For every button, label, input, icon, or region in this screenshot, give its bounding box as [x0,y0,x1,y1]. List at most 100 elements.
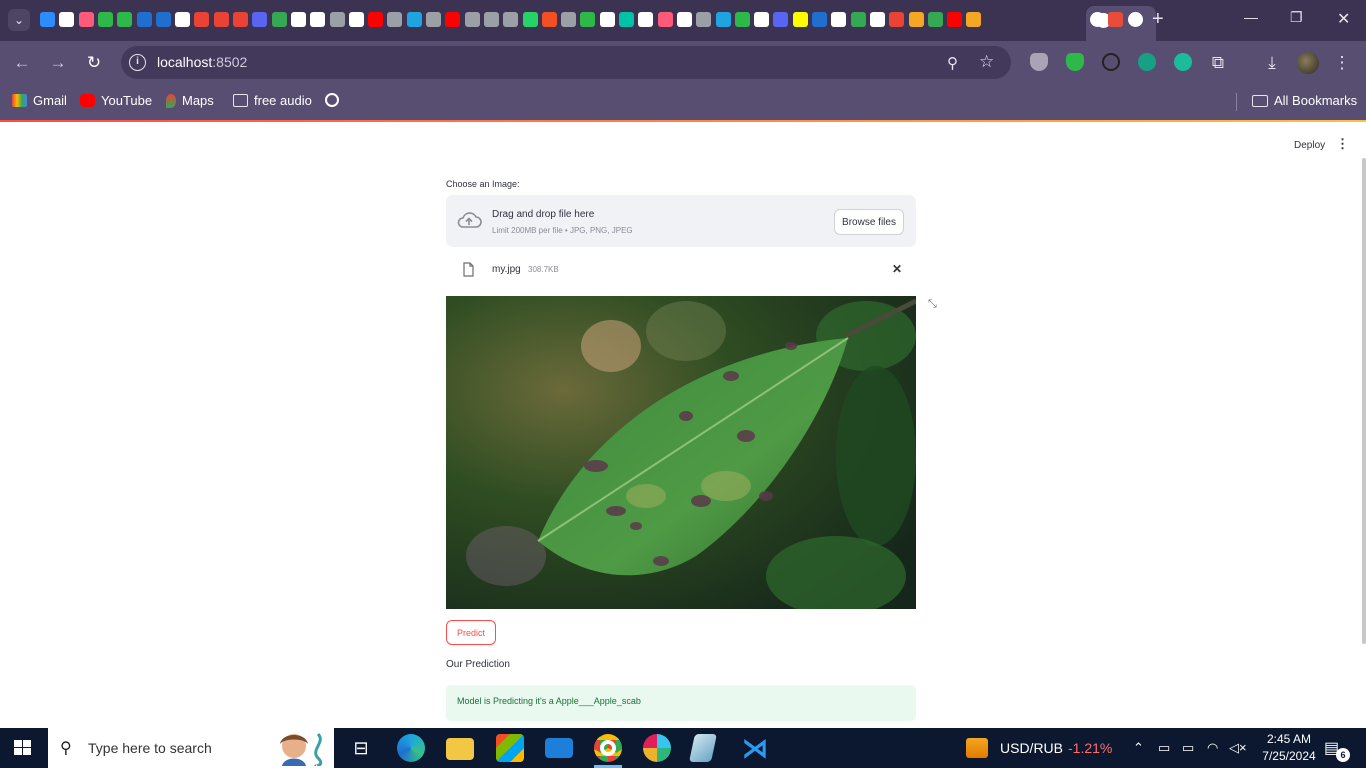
pinned-tab-favicon-icon[interactable] [754,12,770,27]
pinned-tab-favicon-icon[interactable] [734,12,750,27]
pinned-tab-favicon-icon[interactable] [831,12,847,27]
pinned-tab-favicon-icon[interactable] [966,12,982,27]
pinned-tab-favicon-icon[interactable] [947,12,963,27]
pinned-tab-favicon-icon[interactable] [213,12,229,27]
pinned-tab-favicon-icon[interactable] [445,12,461,27]
pinned-tab-favicon-icon[interactable] [426,12,441,27]
slack-icon[interactable] [643,734,671,762]
meet-icon[interactable]: ▭ [1158,740,1170,756]
windows-start-icon[interactable] [14,740,32,756]
pinned-tab-favicon-icon[interactable] [387,12,403,27]
bookmark-maps[interactable]: Maps [166,93,214,108]
mail-icon[interactable] [545,738,573,758]
pinned-tab-favicon-icon[interactable] [792,12,808,27]
predict-button[interactable]: Predict [446,620,496,645]
pinned-tab-favicon-icon[interactable] [78,12,94,27]
pinned-tab-favicon-icon[interactable] [233,12,248,27]
pinned-tab-favicon-icon[interactable] [252,12,268,27]
bookmark-gmail[interactable]: Gmail [12,93,67,108]
tab-search-chevron-icon[interactable]: ⌄ [8,9,30,31]
bookmark-free-audio[interactable]: free audio [233,93,312,108]
pinned-tab-favicon-icon[interactable] [927,12,943,27]
extension-sync-icon[interactable] [1102,53,1120,71]
task-view-icon[interactable]: ⊟ [347,734,375,762]
clock-time[interactable]: 2:45 AM [1258,732,1320,746]
all-bookmarks-folder[interactable]: All Bookmarks [1252,93,1357,108]
pinned-tab-favicon-icon[interactable] [657,12,673,27]
zoom-icon[interactable]: ⚲ [947,54,958,72]
tab-favicon-icon[interactable] [1108,12,1123,27]
ticker-name[interactable]: USD/RUB [1000,740,1063,756]
forward-icon[interactable]: → [46,51,70,75]
pinned-tab-favicon-icon[interactable] [812,12,827,27]
pinned-tab-favicon-icon[interactable] [194,12,210,27]
pinned-tab-favicon-icon[interactable] [869,12,885,27]
pinned-tab-favicon-icon[interactable] [406,12,422,27]
pinned-tab-favicon-icon[interactable] [271,12,287,27]
pinned-tab-favicon-icon[interactable] [155,12,171,27]
pinned-tab-favicon-icon[interactable] [619,12,634,27]
downloads-icon[interactable]: ⤓ [1260,51,1284,75]
pinned-tab-favicon-icon[interactable] [97,12,113,27]
tray-overflow-icon[interactable]: ⌃ [1133,740,1144,756]
microsoft-store-icon[interactable] [496,734,524,762]
pinned-tab-favicon-icon[interactable] [561,12,577,27]
address-bar[interactable]: i localhost:8502 ⚲ ☆ [121,46,1011,79]
pinned-tab-favicon-icon[interactable] [310,12,326,27]
pinned-tab-favicon-icon[interactable] [696,12,712,27]
site-info-icon[interactable]: i [129,54,146,71]
pinned-tab-favicon-icon[interactable] [40,12,55,27]
window-close-icon[interactable]: ✕ [1337,9,1350,29]
file-dropzone[interactable]: Drag and drop file here Limit 200MB per … [446,195,916,247]
pinned-tab-favicon-icon[interactable] [580,12,596,27]
pinned-tab-favicon-icon[interactable] [59,12,75,27]
new-tab-button[interactable]: + [1152,8,1164,31]
pinned-tab-favicon-icon[interactable] [638,12,654,27]
pinned-tab-favicon-icon[interactable] [541,12,557,27]
notepad-icon[interactable] [689,734,717,762]
pinned-tab-favicon-icon[interactable] [368,12,384,27]
url-text[interactable]: localhost:8502 [157,54,247,70]
clock-date[interactable]: 7/25/2024 [1254,749,1324,763]
pinned-tab-favicon-icon[interactable] [715,12,731,27]
browser-menu-icon[interactable]: ⋮ [1330,51,1354,75]
fullscreen-icon[interactable]: ⤡ [928,298,937,311]
pinned-tab-favicon-icon[interactable] [117,12,133,27]
pinned-tab-favicon-icon[interactable] [522,12,538,27]
reload-icon[interactable]: ↻ [82,51,106,75]
extension-grammar-icon[interactable] [1138,53,1156,71]
pinned-tab-favicon-icon[interactable] [348,12,364,27]
pinned-tab-favicon-icon[interactable] [503,12,519,27]
bookmark-globe[interactable] [325,93,339,107]
restore-icon[interactable]: ❐ [1290,9,1303,26]
pinned-tab-favicon-icon[interactable] [773,12,789,27]
pinned-tab-favicon-icon[interactable] [908,12,924,27]
google-favicon-icon[interactable] [1090,12,1105,27]
pinned-tab-favicon-icon[interactable] [175,12,191,27]
volume-muted-icon[interactable]: ◁× [1229,740,1247,756]
pinned-tab-favicon-icon[interactable] [290,12,306,27]
extension-adblock-icon[interactable] [1066,53,1084,71]
minimize-icon[interactable]: — [1244,9,1258,25]
file-explorer-icon[interactable] [446,738,474,760]
extensions-puzzle-icon[interactable]: ⧉ [1206,51,1230,75]
profile-avatar[interactable] [1297,52,1319,74]
pinned-tab-favicon-icon[interactable] [676,12,692,27]
pinned-tab-favicon-icon[interactable] [850,12,866,27]
pinned-tab-favicon-icon[interactable] [483,12,499,27]
pinned-tab-favicon-icon[interactable] [136,12,152,27]
pinned-tab-favicon-icon[interactable] [599,12,615,27]
taskbar-search-box[interactable]: ⚲ Type here to search [48,728,334,768]
chrome-icon[interactable] [594,734,622,762]
pinned-tab-favicon-icon[interactable] [889,12,905,27]
vscode-icon[interactable]: ⋊ [741,734,769,762]
deploy-button[interactable]: Deploy [1286,138,1333,153]
pinned-tab-favicon-icon[interactable] [464,12,480,27]
edge-icon[interactable] [397,734,425,762]
bookmark-youtube[interactable]: YouTube [80,93,152,108]
bookmark-star-icon[interactable]: ☆ [979,52,994,72]
battery-icon[interactable]: ▭ [1182,740,1194,756]
extension-shield-icon[interactable] [1030,53,1048,71]
remove-file-icon[interactable]: ✕ [892,262,902,276]
google-favicon-icon[interactable] [1128,12,1143,27]
